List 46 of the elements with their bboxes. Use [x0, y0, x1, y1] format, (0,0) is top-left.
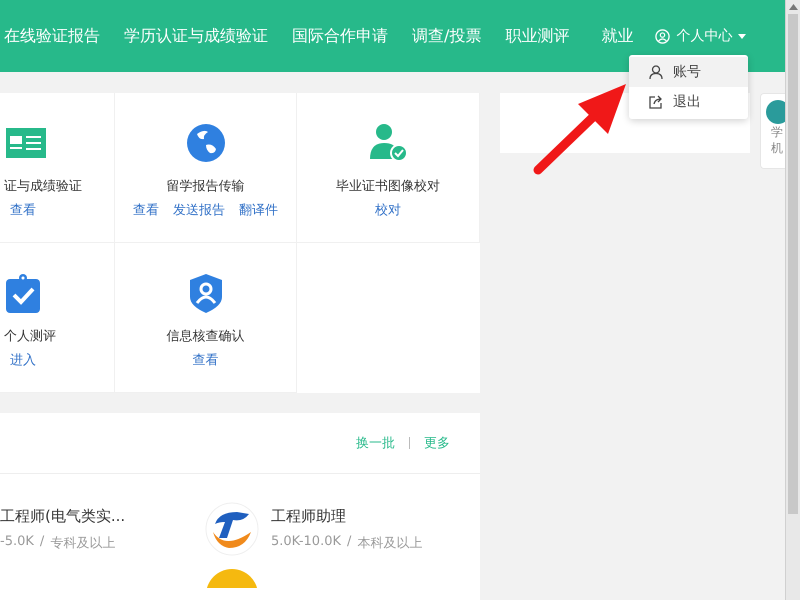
jobs-action-link[interactable]: 换一批 [356, 434, 395, 452]
widget-text: 学 [771, 124, 783, 140]
job-salary: -5.0K [0, 534, 34, 550]
service-title: 个人测评 [4, 328, 56, 345]
nav-link[interactable]: 学历认证与成绩验证 [124, 26, 268, 46]
service-link[interactable]: 查看 [192, 351, 218, 369]
user-icon [649, 65, 663, 79]
nav-link[interactable]: 国际合作申请 [292, 26, 388, 46]
nav-link[interactable]: 调查/投票 [412, 26, 482, 46]
clipboard-check-icon [6, 273, 40, 313]
menu-item[interactable]: 账号 [629, 57, 748, 87]
user-check-icon [368, 123, 408, 163]
scroll-up-icon [788, 4, 798, 10]
globe-icon [186, 123, 226, 163]
widget-text: 机 [771, 140, 783, 156]
service-title: 留学报告传输 [166, 178, 244, 195]
separator-slash: / [347, 534, 352, 550]
service-title: 证与成绩验证 [4, 178, 82, 195]
service-link[interactable]: 查看 [133, 201, 159, 219]
job-title[interactable]: 工程师助理 [271, 506, 422, 526]
share-out-icon [649, 95, 663, 109]
service-link[interactable]: 进入 [10, 351, 36, 369]
avatar-icon [766, 100, 785, 124]
job-salary: 5.0K-10.0K [271, 534, 341, 550]
user-circle-icon [655, 28, 670, 44]
service-title: 毕业证书图像校对 [336, 178, 440, 195]
side-widget[interactable]: 学 机 [760, 93, 785, 169]
separator-slash: / [40, 534, 44, 550]
service-link[interactable]: 查看 [10, 201, 36, 219]
nav-link[interactable]: 就业 [601, 26, 634, 46]
nav-link[interactable]: 在线验证报告 [4, 26, 100, 46]
service-link[interactable]: 翻译件 [239, 201, 278, 219]
job-education: 本科及以上 [357, 534, 422, 552]
service-title: 信息核查确认 [166, 328, 244, 345]
service-link[interactable]: 校对 [375, 201, 401, 219]
service-link[interactable]: 发送报告 [173, 201, 225, 219]
job-education: 专科及以上 [50, 534, 116, 552]
company-logo-icon [205, 568, 259, 588]
menu-item[interactable]: 退出 [629, 87, 748, 117]
jobs-action-link[interactable]: 更多 [424, 434, 450, 452]
shield-user-icon [188, 273, 222, 313]
nav-link[interactable]: 职业测评 [505, 26, 570, 46]
scrollbar[interactable] [785, 0, 800, 600]
company-logo-icon [205, 502, 259, 556]
job-title[interactable]: 工程师(电气类实... [0, 506, 126, 526]
user-center-menu[interactable]: 个人中心 [676, 27, 732, 45]
